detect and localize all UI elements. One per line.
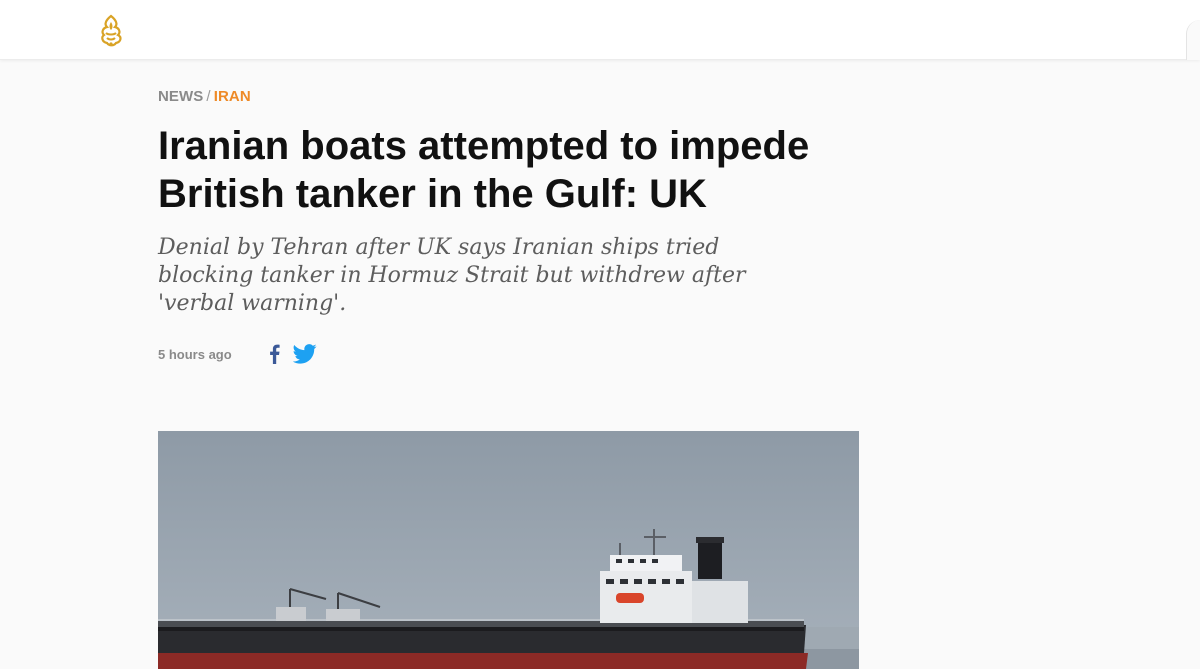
article-meta: 5 hours ago — [158, 340, 860, 368]
tanker-photo — [158, 431, 859, 669]
al-jazeera-logo-icon[interactable] — [96, 14, 126, 48]
breadcrumb: NEWS / IRAN — [158, 88, 860, 106]
breadcrumb-news-link[interactable]: NEWS — [158, 88, 203, 105]
breadcrumb-iran-link[interactable]: IRAN — [214, 88, 251, 105]
scroll-edge — [1186, 20, 1200, 60]
facebook-icon[interactable] — [266, 343, 284, 365]
article-header: NEWS / IRAN Iranian boats attempted to imp… — [158, 88, 860, 368]
article-headline: Iranian boats attempted to impede Britis… — [158, 124, 810, 216]
hero-image[interactable] — [158, 431, 859, 669]
twitter-icon[interactable] — [292, 343, 318, 365]
article-subheadline: Denial by Tehran after UK says Iranian s… — [158, 235, 746, 316]
breadcrumb-separator: / — [206, 88, 211, 105]
publish-timestamp: 5 hours ago — [158, 346, 232, 362]
site-header — [0, 0, 1200, 60]
